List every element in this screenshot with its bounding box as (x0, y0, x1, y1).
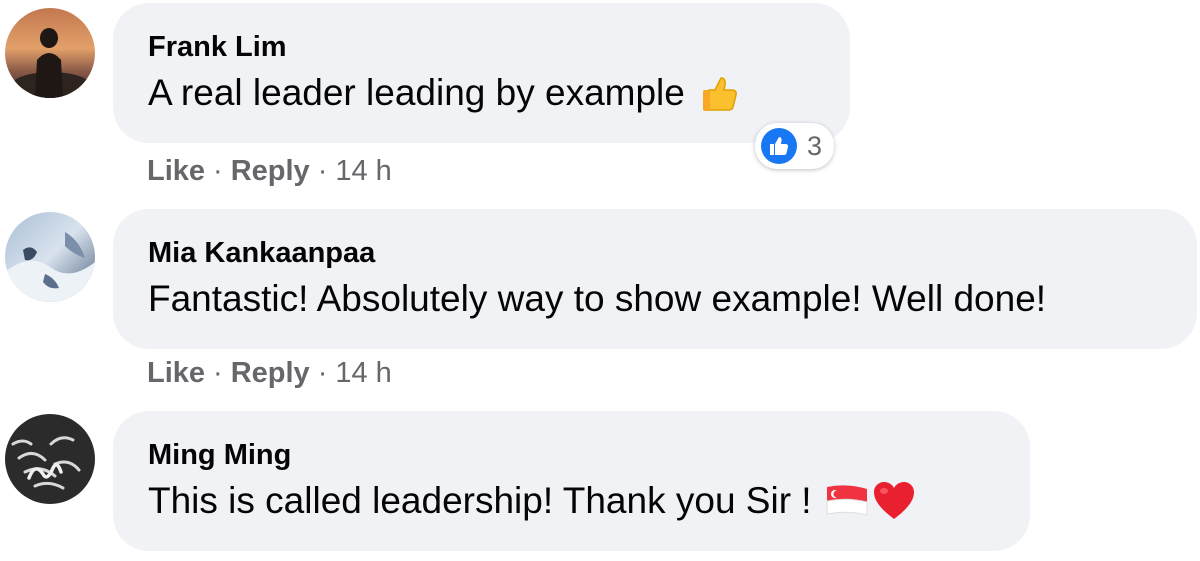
comment-text: A real leader leading by example (148, 72, 685, 113)
separator: · (213, 357, 223, 389)
comment-actions: Like · Reply · 14 h (147, 154, 392, 188)
reaction-count: 3 (807, 130, 823, 161)
comment-text: This is called leadership! Thank you Sir… (148, 480, 812, 521)
comment-author[interactable]: Frank Lim (148, 30, 815, 64)
timestamp[interactable]: 14 h (335, 155, 391, 187)
reaction-summary[interactable]: 3 (755, 123, 835, 169)
reply-button[interactable]: Reply (231, 155, 310, 187)
separator: · (317, 155, 328, 187)
singapore-flag-emoji-icon (824, 483, 870, 519)
red-heart-emoji-icon (872, 481, 916, 521)
comment-text-wrap: Fantastic! Absolutely way to show exampl… (148, 276, 1162, 322)
comment-text: Fantastic! Absolutely way to show exampl… (148, 278, 1047, 319)
comment-author[interactable]: Ming Ming (148, 438, 995, 472)
comment-bubble: Frank Lim A real leader leading by examp… (113, 3, 850, 143)
thumbs-up-emoji-icon (699, 73, 739, 113)
comment-text-wrap: This is called leadership! Thank you Sir… (148, 478, 995, 524)
avatar-image (5, 212, 95, 302)
avatar-mia-kankaanpaa[interactable] (5, 212, 95, 302)
separator: · (317, 357, 328, 389)
comment-author[interactable]: Mia Kankaanpaa (148, 236, 1162, 270)
comment-bubble: Ming Ming This is called leadership! Tha… (113, 411, 1030, 551)
like-button[interactable]: Like (147, 155, 205, 187)
avatar-frank-lim[interactable] (5, 8, 95, 98)
comment-text-wrap: A real leader leading by example (148, 70, 815, 116)
separator: · (213, 155, 223, 187)
reply-button[interactable]: Reply (231, 357, 310, 389)
avatar-image (5, 414, 95, 504)
timestamp[interactable]: 14 h (335, 357, 391, 389)
comment-bubble: Mia Kankaanpaa Fantastic! Absolutely way… (113, 209, 1197, 349)
comment-actions: Like · Reply · 14 h (147, 356, 392, 390)
avatar-ming-ming[interactable] (5, 414, 95, 504)
avatar-image (5, 8, 95, 98)
like-reaction-icon (761, 128, 797, 164)
like-button[interactable]: Like (147, 357, 205, 389)
